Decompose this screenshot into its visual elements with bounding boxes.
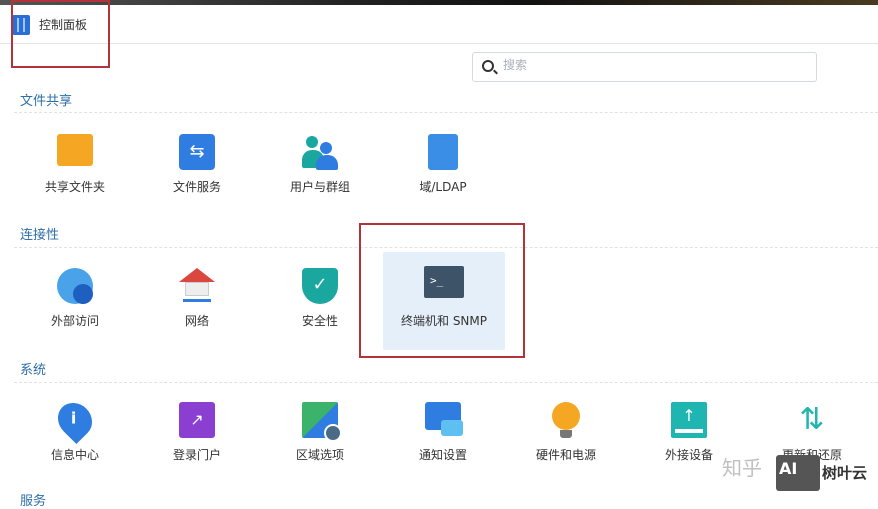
- regional-icon: [302, 402, 342, 442]
- file-services-icon: ⇆: [179, 134, 215, 170]
- search-input[interactable]: [503, 58, 803, 72]
- item-label: 信息中心: [50, 448, 99, 462]
- bulb-icon: [548, 402, 584, 438]
- notification-icon: [425, 402, 463, 436]
- ldap-icon: [428, 134, 458, 170]
- item-external-access[interactable]: 外部访问: [14, 254, 136, 352]
- item-domain-ldap[interactable]: 域/LDAP: [382, 120, 504, 218]
- item-network[interactable]: 网络: [136, 254, 258, 352]
- item-label: 登录门户: [172, 448, 221, 462]
- item-regional-options[interactable]: 区域选项: [259, 388, 381, 486]
- external-access-icon: [57, 268, 93, 304]
- item-label: 文件服务: [172, 180, 221, 194]
- login-portal-icon: ↗: [179, 402, 215, 438]
- item-label: 通知设置: [418, 448, 467, 462]
- highlight-box-terminal: [359, 223, 525, 358]
- watermark-text: 知乎: [722, 456, 762, 480]
- item-label: 区域选项: [295, 448, 344, 462]
- item-file-services[interactable]: ⇆ 文件服务: [136, 120, 258, 218]
- users-icon: [302, 134, 338, 170]
- section-title-system: 系统: [20, 363, 47, 378]
- item-label: 共享文件夹: [44, 180, 105, 194]
- item-shared-folder[interactable]: 共享文件夹: [14, 120, 136, 218]
- divider: [14, 382, 878, 383]
- item-notification[interactable]: 通知设置: [382, 388, 504, 486]
- external-device-icon: ↑: [671, 402, 707, 438]
- item-users-groups[interactable]: 用户与群组: [259, 120, 381, 218]
- item-label: 硬件和电源: [535, 448, 596, 462]
- divider: [14, 112, 878, 113]
- shield-icon: ✓: [302, 268, 338, 304]
- network-icon: [179, 268, 215, 304]
- item-label: 用户与群组: [289, 180, 350, 194]
- item-info-center[interactable]: i 信息中心: [14, 388, 136, 486]
- folder-icon: [57, 134, 93, 166]
- item-label: 网络: [184, 314, 209, 328]
- update-icon: ⇅: [799, 402, 825, 437]
- section-title-file-sharing: 文件共享: [20, 94, 73, 109]
- info-icon: i: [50, 395, 100, 445]
- watermark-logo: AI: [776, 455, 820, 491]
- item-hardware-power[interactable]: 硬件和电源: [505, 388, 627, 486]
- item-label: 域/LDAP: [419, 180, 467, 194]
- item-login-portal[interactable]: ↗ 登录门户: [136, 388, 258, 486]
- search-icon: [482, 60, 494, 72]
- section-title-connectivity: 连接性: [20, 228, 60, 243]
- watermark-brand: 树叶云: [822, 464, 868, 482]
- header: 控制面板: [0, 5, 878, 44]
- search-box[interactable]: [472, 52, 817, 82]
- item-label: 外部访问: [50, 314, 99, 328]
- highlight-box-title: [11, 0, 110, 68]
